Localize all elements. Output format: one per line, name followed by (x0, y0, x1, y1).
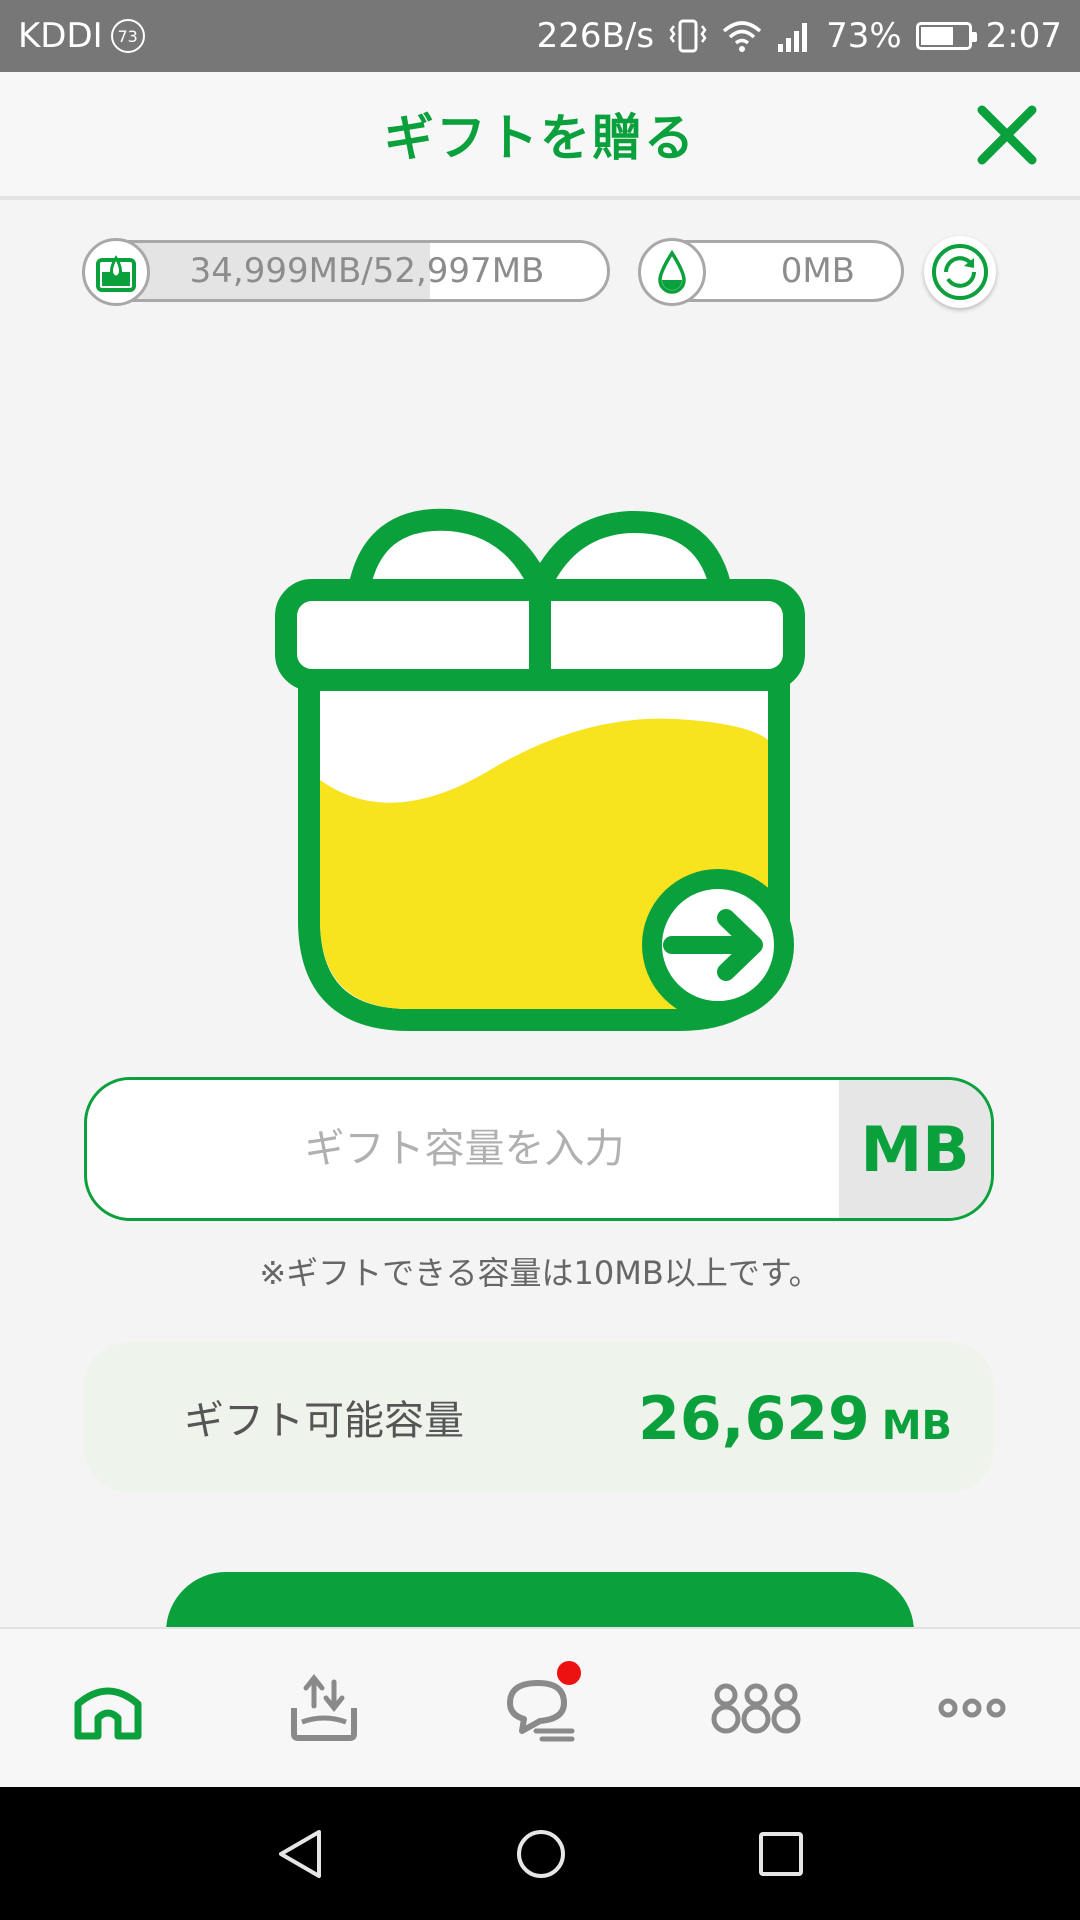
close-button[interactable] (974, 102, 1040, 168)
close-icon (977, 105, 1037, 165)
drop-capacity-text: 0MB (780, 251, 855, 291)
nav-home[interactable] (58, 1658, 158, 1758)
back-button[interactable] (275, 1828, 325, 1880)
refresh-button[interactable] (924, 236, 996, 308)
android-nav-bar (0, 1787, 1080, 1920)
wifi-icon (722, 19, 762, 53)
gift-illustration (270, 500, 810, 1040)
battery-percent: 73% (826, 16, 902, 56)
gift-amount-input[interactable] (87, 1080, 842, 1218)
water-tank-icon (82, 238, 150, 306)
capacity-row: 34,999MB/52,997MB 0MB (82, 236, 1004, 308)
giftable-unit: MB (881, 1403, 952, 1449)
notification-dot (554, 1658, 584, 1688)
gift-amount-field: MB (84, 1077, 994, 1221)
carrier-name: KDDI (18, 16, 103, 56)
header: ギフトを贈る (0, 72, 1080, 200)
minimum-note: ※ギフトできる容量は10MB以上です。 (259, 1254, 821, 1292)
refresh-icon (932, 244, 988, 300)
battery-icon (915, 22, 977, 50)
status-bar: KDDI 73 226B/s 73% 2:07 (0, 0, 1080, 72)
back-icon (279, 1829, 321, 1878)
recents-button[interactable] (757, 1830, 805, 1878)
home-button[interactable] (515, 1828, 567, 1880)
recents-icon (759, 1831, 803, 1876)
signal-icon (776, 20, 812, 52)
main-capacity-bar: 34,999MB/52,997MB (84, 240, 610, 302)
page-title: ギフトを贈る (384, 109, 696, 167)
more-icon (938, 1698, 1006, 1718)
clock: 2:07 (985, 16, 1062, 56)
nav-888[interactable] (706, 1658, 806, 1758)
carrier-badge: 73 (110, 19, 145, 53)
giftable-number: 26,629 (638, 1384, 870, 1454)
bottom-nav (0, 1627, 1080, 1787)
home-circle-icon (517, 1829, 565, 1878)
nav-chat[interactable] (490, 1658, 590, 1758)
nav-more[interactable] (922, 1658, 1022, 1758)
giftable-capacity-panel: ギフト可能容量 26,629 MB (84, 1342, 994, 1492)
share-upload-icon (291, 1673, 357, 1741)
status-left: KDDI 73 (18, 16, 145, 56)
home-icon (74, 1687, 142, 1740)
unit-label: MB (839, 1080, 991, 1218)
nav-share[interactable] (274, 1658, 374, 1758)
status-right: 226B/s 73% 2:07 (537, 16, 1062, 56)
main-capacity-text: 34,999MB/52,997MB (189, 251, 545, 291)
vibrate-icon (668, 18, 708, 54)
network-speed: 226B/s (536, 16, 655, 56)
giftable-value: 26,629 MB (638, 1342, 952, 1492)
battery-level (920, 27, 954, 45)
number-888-icon (711, 1683, 801, 1734)
water-drop-icon (638, 238, 706, 306)
giftable-label: ギフト可能容量 (184, 1398, 464, 1444)
